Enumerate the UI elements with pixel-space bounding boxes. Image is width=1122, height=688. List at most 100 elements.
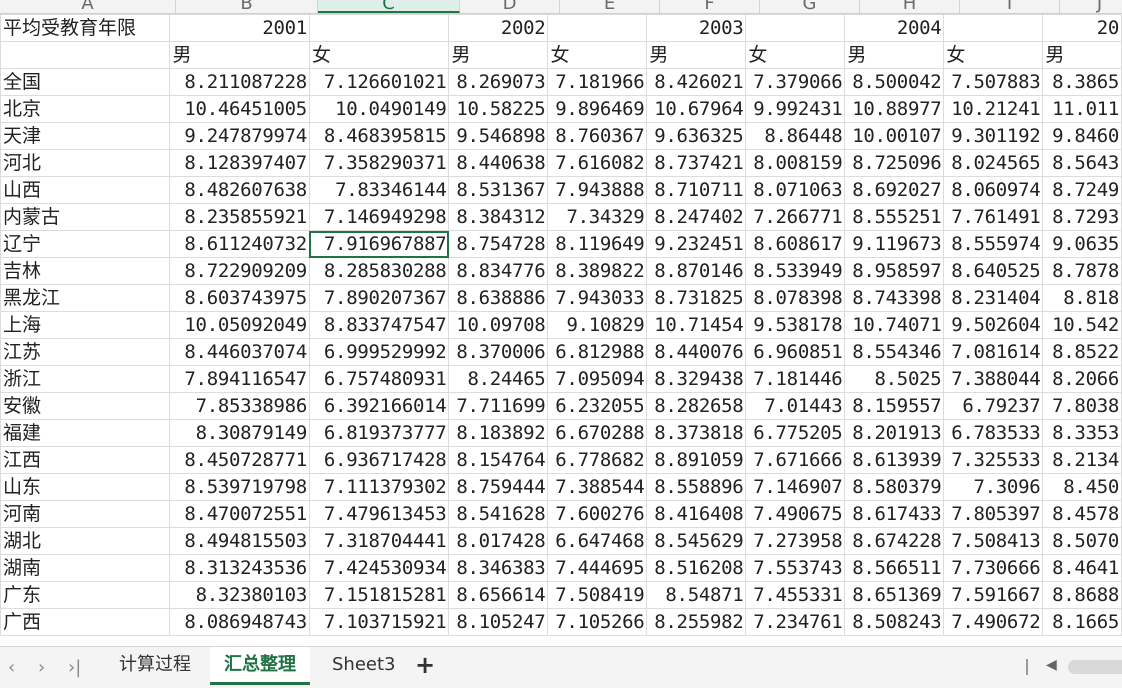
cell[interactable]: 2001 xyxy=(169,14,310,42)
value-cell[interactable]: 7.490672 xyxy=(943,608,1044,636)
cell[interactable]: 男 xyxy=(646,41,747,69)
value-cell[interactable]: 7.83346144 xyxy=(308,176,450,204)
column-header-e[interactable]: E xyxy=(560,0,660,13)
value-cell[interactable]: 8.541628 xyxy=(448,500,549,528)
value-cell[interactable]: 8.2134 xyxy=(1042,446,1122,474)
value-cell[interactable]: 8.285830288 xyxy=(308,257,450,285)
region-cell[interactable]: 湖南 xyxy=(0,554,171,582)
value-cell[interactable]: 7.126601021 xyxy=(308,68,450,96)
value-cell[interactable]: 8.674228 xyxy=(844,527,945,555)
value-cell[interactable]: 8.482607638 xyxy=(169,176,310,204)
region-cell[interactable]: 吉林 xyxy=(0,257,171,285)
value-cell[interactable]: 7.388544 xyxy=(547,473,648,501)
value-cell[interactable]: 8.128397407 xyxy=(169,149,310,177)
cell[interactable]: 女 xyxy=(943,41,1044,69)
cell[interactable] xyxy=(943,14,1044,42)
value-cell[interactable]: 9.247879974 xyxy=(169,122,310,150)
value-cell[interactable]: 7.943033 xyxy=(547,284,648,312)
region-cell[interactable]: 黑龙江 xyxy=(0,284,171,312)
column-header-b[interactable]: B xyxy=(176,0,318,13)
value-cell[interactable]: 6.647468 xyxy=(547,527,648,555)
value-cell[interactable]: 8.5643 xyxy=(1042,149,1122,177)
value-cell[interactable]: 9.546898 xyxy=(448,122,549,150)
value-cell[interactable]: 7.273958 xyxy=(745,527,846,555)
value-cell[interactable]: 7.105266 xyxy=(547,608,648,636)
value-cell[interactable]: 8.692027 xyxy=(844,176,945,204)
value-cell[interactable]: 8.891059 xyxy=(646,446,747,474)
value-cell[interactable]: 8.759444 xyxy=(448,473,549,501)
value-cell[interactable]: 8.608617 xyxy=(745,230,846,258)
value-cell[interactable]: 7.894116547 xyxy=(169,365,310,393)
value-cell[interactable]: 10.58225 xyxy=(448,95,549,123)
region-cell[interactable]: 河北 xyxy=(0,149,171,177)
value-cell[interactable]: 9.301192 xyxy=(943,122,1044,150)
value-cell[interactable]: 7.34329 xyxy=(547,203,648,231)
value-cell[interactable]: 8.3353 xyxy=(1042,419,1122,447)
region-cell[interactable]: 全国 xyxy=(0,68,171,96)
value-cell[interactable]: 7.3096 xyxy=(943,473,1044,501)
value-cell[interactable]: 8.834776 xyxy=(448,257,549,285)
cell[interactable]: 女 xyxy=(547,41,648,69)
cell[interactable]: 20 xyxy=(1042,14,1122,42)
sheet-table[interactable]: 平均受教育年限 2001 2002 2003 2004 20 男女男女男女男女男全国 8.21… xyxy=(0,14,1122,636)
value-cell[interactable]: 8.833747547 xyxy=(308,311,450,339)
value-cell[interactable]: 10.05092049 xyxy=(169,311,310,339)
value-cell[interactable]: 8.638886 xyxy=(448,284,549,312)
value-cell[interactable]: 7.916967887 xyxy=(308,230,450,258)
column-header-h[interactable]: H xyxy=(860,0,960,13)
value-cell[interactable]: 8.4578 xyxy=(1042,500,1122,528)
value-cell[interactable]: 10.74071 xyxy=(844,311,945,339)
value-cell[interactable]: 8.313243536 xyxy=(169,554,310,582)
value-cell[interactable]: 8.078398 xyxy=(745,284,846,312)
value-cell[interactable]: 8.7249 xyxy=(1042,176,1122,204)
cell[interactable] xyxy=(0,41,171,69)
value-cell[interactable]: 7.508413 xyxy=(943,527,1044,555)
region-cell[interactable]: 上海 xyxy=(0,311,171,339)
value-cell[interactable]: 8.554346 xyxy=(844,338,945,366)
region-cell[interactable]: 山西 xyxy=(0,176,171,204)
column-header-f[interactable]: F xyxy=(660,0,760,13)
value-cell[interactable]: 7.111379302 xyxy=(308,473,450,501)
value-cell[interactable]: 9.538178 xyxy=(745,311,846,339)
value-cell[interactable]: 7.181446 xyxy=(745,365,846,393)
value-cell[interactable]: 7.325533 xyxy=(943,446,1044,474)
value-cell[interactable]: 8.640525 xyxy=(943,257,1044,285)
last-sheet-icon[interactable]: ›| xyxy=(68,657,81,678)
value-cell[interactable]: 7.444695 xyxy=(547,554,648,582)
value-cell[interactable]: 8.500042 xyxy=(844,68,945,96)
value-cell[interactable]: 6.775205 xyxy=(745,419,846,447)
value-cell[interactable]: 10.67964 xyxy=(646,95,747,123)
horizontal-scrollbar[interactable] xyxy=(1068,660,1122,674)
value-cell[interactable]: 7.85338986 xyxy=(169,392,310,420)
value-cell[interactable]: 7.805397 xyxy=(943,500,1044,528)
value-cell[interactable]: 7.943888 xyxy=(547,176,648,204)
value-cell[interactable]: 8.24465 xyxy=(448,365,549,393)
value-cell[interactable]: 8.656614 xyxy=(448,581,549,609)
sheet-tab[interactable]: 汇总整理 xyxy=(210,647,310,685)
value-cell[interactable]: 8.024565 xyxy=(943,149,1044,177)
region-cell[interactable]: 内蒙古 xyxy=(0,203,171,231)
value-cell[interactable]: 8.32380103 xyxy=(169,581,310,609)
value-cell[interactable]: 9.0635 xyxy=(1042,230,1122,258)
value-cell[interactable]: 8.8522 xyxy=(1042,338,1122,366)
value-cell[interactable]: 8.818 xyxy=(1042,284,1122,312)
value-cell[interactable]: 8.4641 xyxy=(1042,554,1122,582)
value-cell[interactable]: 8.017428 xyxy=(448,527,549,555)
value-cell[interactable]: 8.231404 xyxy=(943,284,1044,312)
value-cell[interactable]: 8.7293 xyxy=(1042,203,1122,231)
value-cell[interactable]: 9.896469 xyxy=(547,95,648,123)
region-cell[interactable]: 湖北 xyxy=(0,527,171,555)
value-cell[interactable]: 8.370006 xyxy=(448,338,549,366)
value-cell[interactable]: 7.490675 xyxy=(745,500,846,528)
value-cell[interactable]: 7.890207367 xyxy=(308,284,450,312)
value-cell[interactable]: 8.211087228 xyxy=(169,68,310,96)
value-cell[interactable]: 7.146907 xyxy=(745,473,846,501)
value-cell[interactable]: 9.636325 xyxy=(646,122,747,150)
region-cell[interactable]: 广西 xyxy=(0,608,171,636)
value-cell[interactable]: 8.071063 xyxy=(745,176,846,204)
value-cell[interactable]: 8.440076 xyxy=(646,338,747,366)
value-cell[interactable]: 7.507883 xyxy=(943,68,1044,96)
value-cell[interactable]: 8.470072551 xyxy=(169,500,310,528)
value-cell[interactable]: 8.754728 xyxy=(448,230,549,258)
value-cell[interactable]: 8.373818 xyxy=(646,419,747,447)
